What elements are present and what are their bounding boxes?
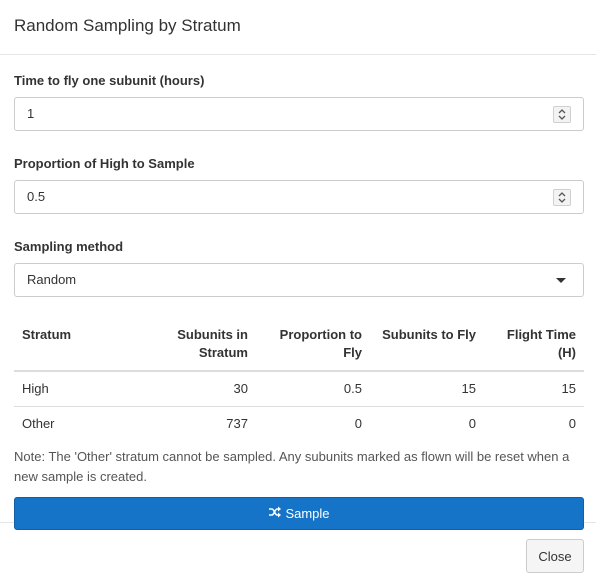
sample-button-label: Sample [285, 506, 330, 521]
method-select-value: Random [27, 272, 77, 287]
method-label: Sampling method [14, 239, 124, 254]
cell-subunits: 737 [226, 416, 248, 432]
header-stratum: Stratum [14, 321, 128, 372]
time-input[interactable]: 1 [14, 97, 584, 131]
table-row: Other 737 0 0 0 [14, 406, 584, 441]
close-button[interactable]: Close [526, 539, 584, 573]
cell-stratum: High [14, 371, 128, 407]
sampling-note: Note: The 'Other' stratum cannot be samp… [14, 449, 570, 484]
spinner-arrows-icon [558, 192, 566, 203]
header-subunits: Subunits in Stratum [128, 321, 256, 372]
method-field-group: Sampling method Random [14, 239, 584, 297]
time-label: Time to fly one subunit (hours) [14, 73, 205, 88]
cell-proportion: 0 [354, 416, 362, 432]
proportion-label: Proportion of High to Sample [14, 156, 195, 171]
dialog-body: Time to fly one subunit (hours) 1 Propor… [0, 55, 596, 530]
chevron-down-icon [556, 278, 566, 283]
time-input-value: 1 [27, 106, 35, 121]
spinner-arrows-icon [558, 109, 566, 120]
dialog-header: Random Sampling by Stratum [0, 0, 596, 55]
method-select[interactable]: Random [14, 263, 584, 297]
table-row: High 30 0.5 15 15 [14, 371, 584, 407]
time-field-group: Time to fly one subunit (hours) 1 [14, 73, 584, 131]
dialog-title: Random Sampling by Stratum [14, 16, 241, 35]
time-spinner[interactable] [553, 106, 571, 123]
proportion-input-value: 0.5 [27, 189, 46, 204]
cell-stratum: Other [22, 416, 55, 432]
cell-flight-time: 0 [568, 416, 576, 432]
dialog-footer: Close [0, 523, 596, 586]
cell-to-fly: 15 [370, 371, 484, 407]
cell-to-fly: 0 [468, 416, 476, 432]
cell-proportion: 0.5 [256, 371, 370, 407]
sampling-dialog: Random Sampling by Stratum Time to fly o… [0, 0, 596, 586]
header-flight-time: Flight Time (H) [484, 321, 584, 372]
stratum-table: Stratum Subunits in Stratum Proportion to… [14, 321, 584, 441]
proportion-input[interactable]: 0.5 [14, 180, 584, 214]
table-header-row: Stratum Subunits in Stratum Proportion to… [14, 321, 584, 372]
proportion-spinner[interactable] [553, 189, 571, 206]
header-to-fly: Subunits to Fly [370, 321, 484, 372]
proportion-field-group: Proportion of High to Sample 0.5 [14, 156, 584, 214]
cell-flight-time: 15 [484, 371, 584, 407]
header-proportion: Proportion to Fly [256, 321, 370, 372]
cell-subunits: 30 [128, 371, 256, 407]
